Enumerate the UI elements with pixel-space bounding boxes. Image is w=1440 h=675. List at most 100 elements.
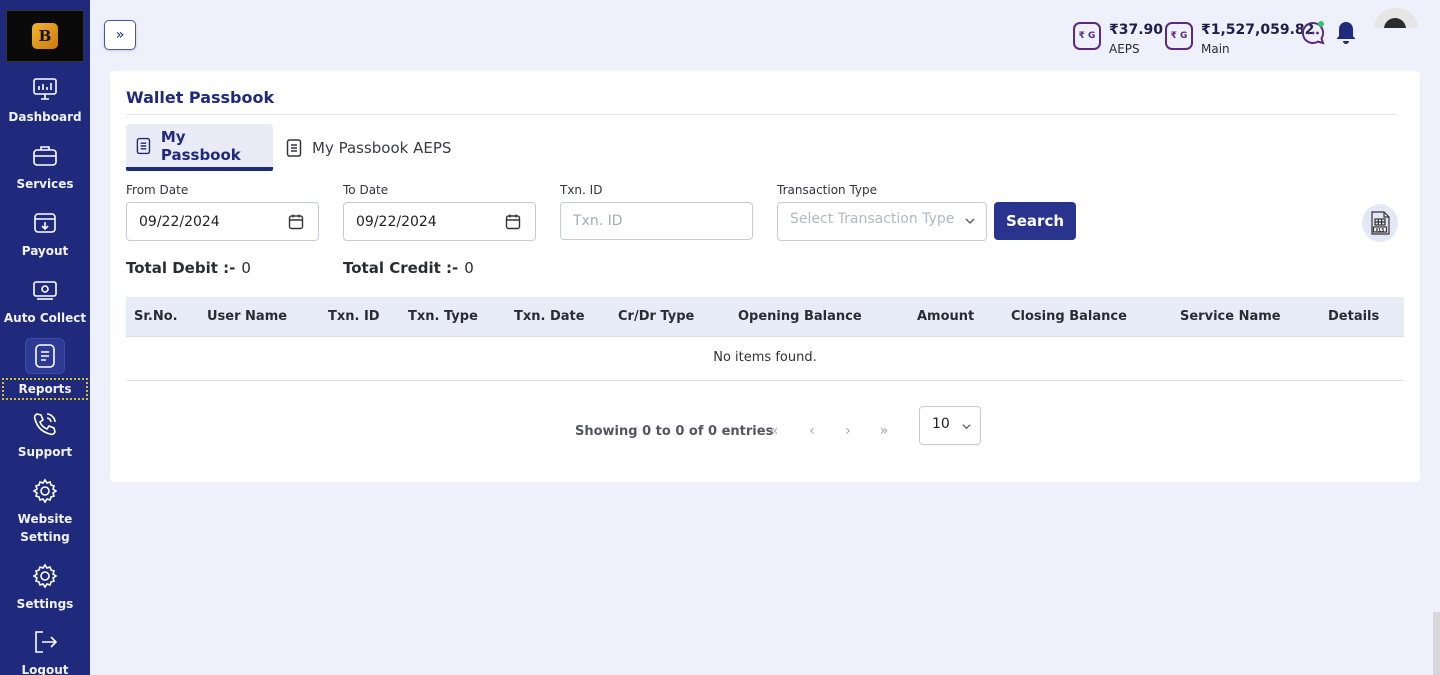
- sidebar-item-dashboard[interactable]: Dashboard: [0, 76, 90, 126]
- pagination-info: Showing 0 to 0 of 0 entries: [575, 424, 774, 439]
- txn-id-placeholder: Txn. ID: [573, 213, 623, 229]
- sidebar-item-label: Services: [16, 177, 74, 191]
- sidebar-item-label: Reports: [18, 382, 72, 396]
- sidebar-item-label: Auto Collect: [3, 311, 87, 325]
- sidebar-item-label: Dashboard: [8, 110, 82, 124]
- total-credit: Total Credit :- 0: [343, 259, 474, 277]
- sidebar-item-support[interactable]: Support: [0, 411, 90, 461]
- reports-icon-wrap: [25, 338, 65, 374]
- divider: [126, 114, 1396, 115]
- calendar-icon[interactable]: [505, 213, 521, 230]
- column-header[interactable]: Opening Balance: [738, 309, 862, 324]
- page-size-select[interactable]: 10: [919, 406, 981, 445]
- wallet-icon: ₹ G: [1165, 22, 1193, 50]
- to-date-label: To Date: [343, 183, 389, 197]
- sidebar-item-label: Logout: [21, 663, 69, 675]
- user-avatar[interactable]: [1374, 8, 1418, 28]
- column-header[interactable]: Txn. Date: [514, 309, 585, 324]
- logout-icon: [35, 631, 58, 653]
- calendar-icon[interactable]: [288, 213, 304, 230]
- last-page-button[interactable]: »: [874, 423, 894, 439]
- gear-icon: [32, 563, 58, 589]
- chevron-down-icon: [962, 424, 971, 430]
- column-header[interactable]: Service Name: [1180, 309, 1281, 324]
- sidebar-item-label: Support: [17, 445, 73, 459]
- chat-icon[interactable]: [1300, 20, 1326, 46]
- page-title: Wallet Passbook: [126, 88, 275, 107]
- total-credit-value: 0: [464, 259, 474, 277]
- column-header[interactable]: Sr.No.: [134, 309, 178, 324]
- txn-id-input[interactable]: Txn. ID: [560, 202, 753, 240]
- sidebar-item-website-setting[interactable]: Website Setting: [0, 478, 90, 546]
- sidebar-item-services[interactable]: Services: [0, 143, 90, 193]
- sidebar-item-payout[interactable]: Payout: [0, 210, 90, 260]
- from-date-input[interactable]: 09/22/2024: [126, 202, 319, 241]
- txn-type-placeholder: Select Transaction Type: [790, 210, 955, 227]
- avatar-photo: [1384, 18, 1406, 28]
- column-header[interactable]: Cr/Dr Type: [618, 309, 694, 324]
- from-date-value: 09/22/2024: [139, 213, 220, 230]
- phone-icon: [33, 413, 56, 436]
- brand-logo[interactable]: B: [6, 10, 84, 62]
- sidebar-item-label-line2: Setting: [20, 530, 70, 544]
- total-debit-label: Total Debit :-: [126, 259, 236, 277]
- sidebar-item-logout[interactable]: Logout: [0, 629, 90, 675]
- cash-icon: [33, 281, 57, 300]
- total-debit: Total Debit :- 0: [126, 259, 251, 277]
- txn-type-label: Transaction Type: [777, 183, 878, 197]
- sidebar-item-label: Website: [17, 512, 73, 526]
- wallet-main: ₹ G ₹1,527,059.82 Main: [1165, 22, 1314, 58]
- bell-icon[interactable]: [1334, 20, 1358, 46]
- txn-type-select[interactable]: Select Transaction Type: [777, 202, 987, 241]
- column-header[interactable]: Txn. ID: [328, 309, 380, 324]
- payout-icon: [34, 213, 56, 233]
- sidebar-item-reports[interactable]: Reports: [0, 338, 90, 400]
- svg-text:XLS: XLS: [1376, 227, 1385, 232]
- document-icon: [286, 138, 302, 157]
- table-header: Sr.No. User Name Txn. ID Txn. Type Txn. …: [126, 297, 1404, 337]
- to-date-value: 09/22/2024: [356, 213, 437, 230]
- from-date-label: From Date: [126, 183, 189, 197]
- sidebar: B Dashboard Services Payout Auto Collect: [0, 0, 90, 675]
- tab-label: My Passbook: [160, 127, 241, 164]
- tab-my-passbook-aeps[interactable]: My Passbook AEPS: [276, 124, 461, 171]
- gear-icon: [32, 478, 58, 504]
- txn-id-label: Txn. ID: [560, 183, 603, 197]
- column-header[interactable]: Amount: [917, 309, 974, 324]
- wallet-name: AEPS: [1109, 42, 1140, 56]
- column-header[interactable]: Closing Balance: [1011, 309, 1127, 324]
- sidebar-toggle-button[interactable]: »: [104, 20, 136, 50]
- sidebar-item-settings[interactable]: Settings: [0, 563, 90, 613]
- sidebar-item-auto-collect[interactable]: Auto Collect: [0, 277, 90, 327]
- wallet-amount: ₹1,527,059.82: [1201, 22, 1315, 38]
- total-credit-label: Total Credit :-: [343, 259, 459, 277]
- wallet-name: Main: [1201, 42, 1230, 56]
- column-header[interactable]: User Name: [207, 309, 287, 324]
- wallet-passbook-card: Wallet Passbook My Passbook My Passbook …: [110, 71, 1420, 482]
- report-icon: [35, 344, 55, 368]
- tab-my-passbook[interactable]: My Passbook: [126, 124, 273, 171]
- top-header: » ₹ G ₹37.90 AEPS ₹ G ₹1,527,059.82 Main: [90, 0, 1440, 70]
- briefcase-icon: [33, 146, 57, 166]
- logo-badge: B: [32, 23, 58, 49]
- xls-file-icon: XLS: [1371, 211, 1390, 235]
- active-label-frame: Reports: [2, 378, 88, 400]
- chevron-down-icon: [965, 218, 975, 224]
- column-header[interactable]: Txn. Type: [408, 309, 478, 324]
- export-xls-button[interactable]: XLS: [1362, 204, 1398, 242]
- page-size-value: 10: [932, 416, 950, 432]
- tab-label: My Passbook AEPS: [312, 138, 452, 157]
- first-page-button[interactable]: «: [764, 423, 784, 439]
- sidebar-item-label: Settings: [16, 597, 74, 611]
- search-button[interactable]: Search: [994, 202, 1076, 240]
- to-date-input[interactable]: 09/22/2024: [343, 202, 536, 241]
- column-header[interactable]: Details: [1328, 309, 1379, 324]
- document-icon: [136, 137, 151, 154]
- scrollbar[interactable]: [1433, 612, 1440, 675]
- next-page-button[interactable]: ›: [838, 423, 858, 439]
- sidebar-item-label: Payout: [21, 244, 69, 258]
- table-empty-row: No items found.: [126, 337, 1404, 381]
- wallet-icon: ₹ G: [1073, 22, 1101, 50]
- prev-page-button[interactable]: ‹: [802, 423, 822, 439]
- total-debit-value: 0: [241, 259, 251, 277]
